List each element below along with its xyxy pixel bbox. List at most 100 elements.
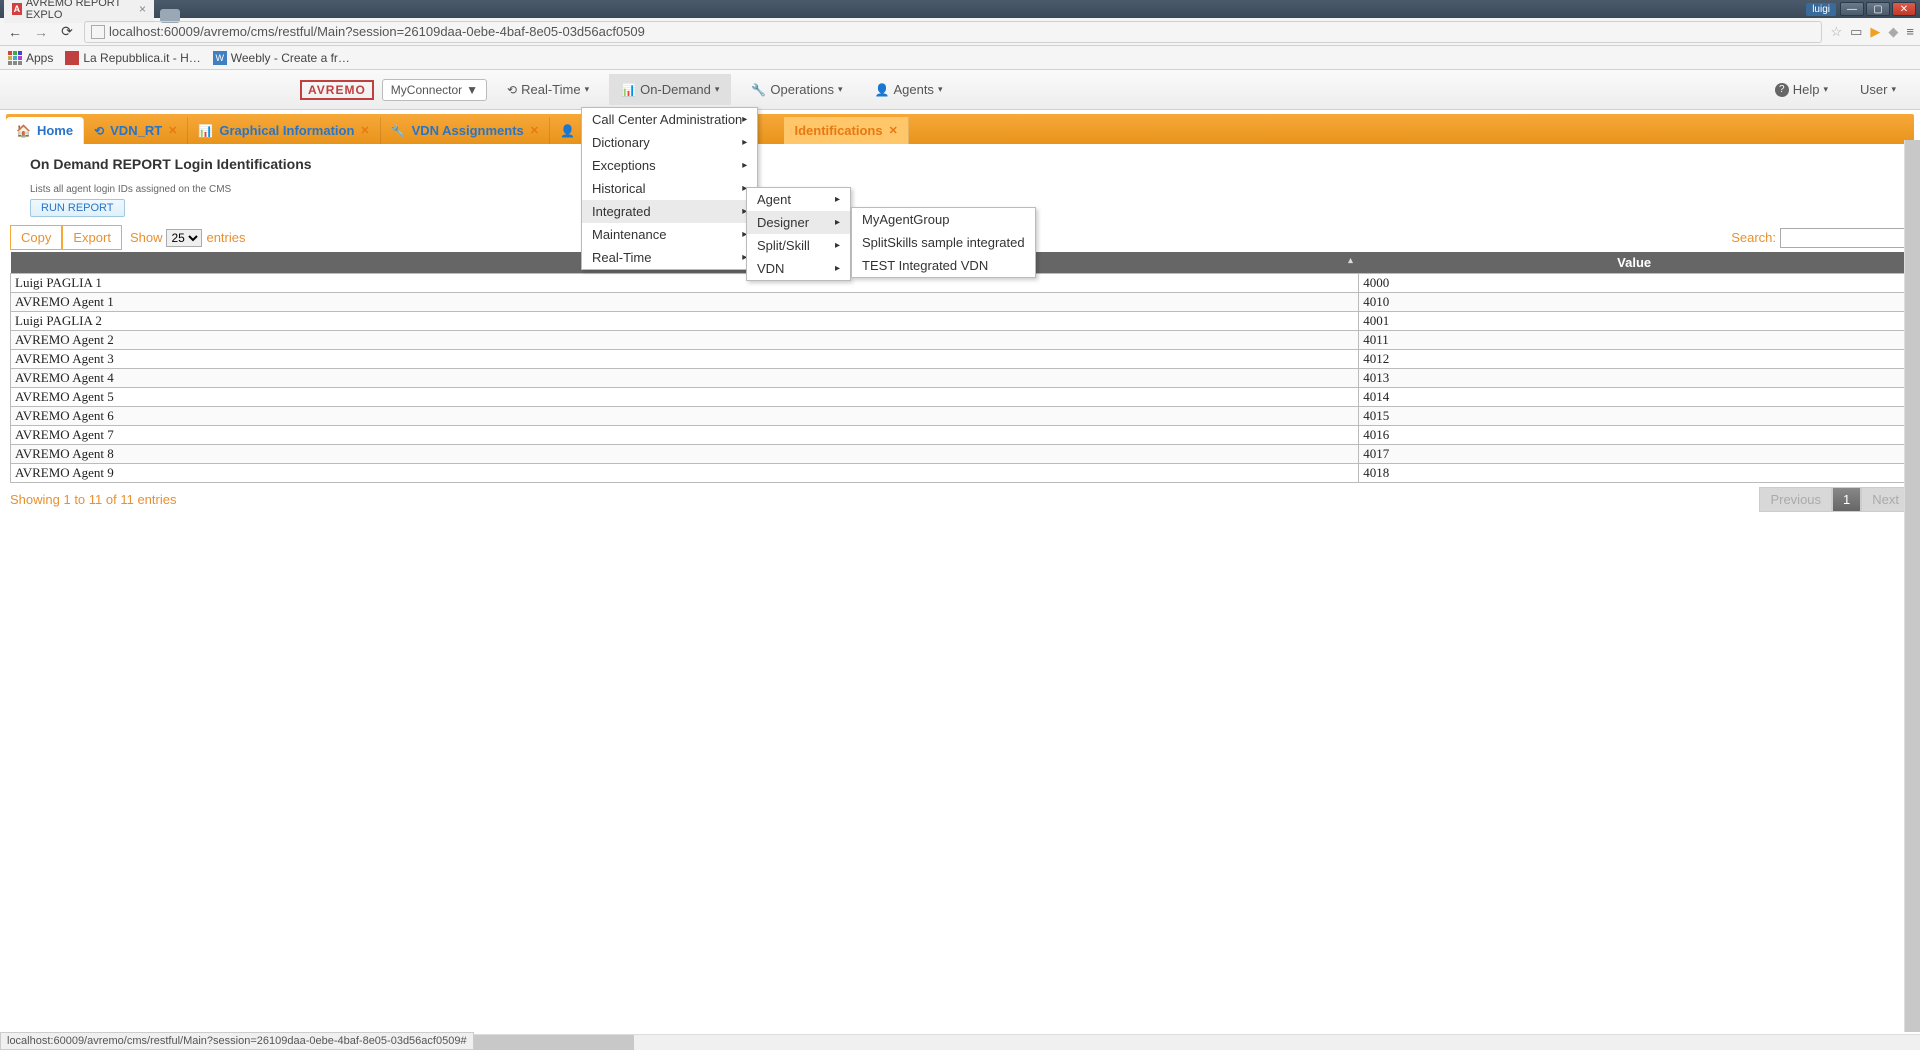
cell-name: AVREMO Agent 7 — [11, 426, 1359, 445]
refresh-icon: ⟲ — [507, 83, 517, 97]
menu-item-designer[interactable]: Designer ▸ — [747, 211, 850, 234]
column-header-value[interactable]: Value — [1359, 252, 1910, 274]
close-tab-icon[interactable]: × — [139, 2, 146, 16]
menu-item-exceptions[interactable]: Exceptions ▸ — [582, 154, 757, 177]
table-row: AVREMO Agent 74016 — [11, 426, 1910, 445]
nav-operations[interactable]: 🔧 Operations ▾ — [739, 74, 854, 105]
maximize-button[interactable]: ▢ — [1866, 2, 1890, 16]
menu-item-vdn[interactable]: VDN ▸ — [747, 257, 850, 280]
cell-name: Luigi PAGLIA 1 — [11, 274, 1359, 293]
page-number[interactable]: 1 — [1832, 487, 1861, 512]
menu-label: SplitSkills sample integrated — [862, 235, 1025, 250]
chevron-right-icon: ▸ — [835, 263, 840, 274]
menu-item-myagentgroup[interactable]: MyAgentGroup — [852, 208, 1035, 231]
menu-item-call-center-admin[interactable]: Call Center Administration ▸ — [582, 108, 757, 131]
nav-ondemand[interactable]: 📊 On-Demand ▾ — [609, 74, 731, 105]
forward-icon[interactable]: → — [32, 23, 50, 41]
cell-name: AVREMO Agent 2 — [11, 331, 1359, 350]
cell-value: 4000 — [1359, 274, 1910, 293]
connector-label: MyConnector — [391, 83, 462, 97]
bookmark-apps[interactable]: Apps — [8, 51, 53, 65]
nav-help[interactable]: ? Help ▾ — [1763, 74, 1840, 105]
bookmark-repubblica[interactable]: La Repubblica.it - H… — [65, 51, 200, 65]
menu-item-maintenance[interactable]: Maintenance ▸ — [582, 223, 757, 246]
close-tab-icon[interactable]: ✕ — [530, 124, 539, 137]
extension-icon[interactable]: ▶ — [1870, 24, 1880, 40]
cell-name: AVREMO Agent 9 — [11, 464, 1359, 483]
bookmark-weebly[interactable]: W Weebly - Create a fr… — [213, 51, 350, 65]
menu-item-agent[interactable]: Agent ▸ — [747, 188, 850, 211]
table-row: AVREMO Agent 34012 — [11, 350, 1910, 369]
menu-item-splitskill[interactable]: Split/Skill ▸ — [747, 234, 850, 257]
menu-item-dictionary[interactable]: Dictionary ▸ — [582, 131, 757, 154]
tab-label: VDN Assignments — [412, 123, 524, 138]
tab-graphical[interactable]: 📊 Graphical Information ✕ — [188, 117, 380, 144]
browser-tab[interactable]: A AVREMO REPORT EXPLO × — [4, 0, 154, 23]
close-tab-icon[interactable]: ✕ — [889, 124, 898, 137]
copy-button[interactable]: Copy — [10, 225, 62, 250]
menu-icon[interactable]: ≡ — [1906, 24, 1914, 39]
vertical-scrollbar[interactable] — [1904, 140, 1920, 1032]
menu-item-integrated[interactable]: Integrated ▸ — [582, 200, 757, 223]
caret-icon: ▼ — [466, 83, 478, 97]
minimize-button[interactable]: — — [1840, 2, 1864, 16]
cell-value: 4014 — [1359, 388, 1910, 407]
nav-user[interactable]: User ▾ — [1848, 74, 1908, 105]
cell-value: 4016 — [1359, 426, 1910, 445]
tab-vdn-rt[interactable]: ⟲ VDN_RT ✕ — [84, 117, 188, 144]
bookmarks-bar: Apps La Repubblica.it - H… W Weebly - Cr… — [0, 46, 1920, 70]
close-tab-icon[interactable]: ✕ — [360, 124, 369, 137]
menu-item-splitskills-sample[interactable]: SplitSkills sample integrated — [852, 231, 1035, 254]
next-button[interactable]: Next — [1861, 487, 1910, 512]
bookmark-label: Weebly - Create a fr… — [231, 51, 350, 65]
caret-icon: ▾ — [838, 84, 843, 95]
menu-item-historical[interactable]: Historical ▸ — [582, 177, 757, 200]
browser-user-badge[interactable]: luigi — [1806, 3, 1836, 16]
tab-identifications[interactable]: Identifications ✕ — [784, 117, 908, 144]
tab-label: VDN_RT — [110, 123, 162, 138]
caret-icon: ▾ — [585, 84, 590, 95]
cell-name: AVREMO Agent 5 — [11, 388, 1359, 407]
nav-agents[interactable]: 👤 Agents ▾ — [863, 74, 955, 105]
previous-button[interactable]: Previous — [1759, 487, 1832, 512]
nav-realtime[interactable]: ⟲ Real-Time ▾ — [495, 74, 601, 105]
url-input[interactable]: localhost:60009/avremo/cms/restful/Main?… — [84, 21, 1822, 43]
home-icon: 🏠 — [16, 124, 31, 138]
nav-label: On-Demand — [640, 82, 711, 97]
wrench-icon: 🔧 — [751, 83, 766, 97]
tab-vdn-assign[interactable]: 🔧 VDN Assignments ✕ — [381, 117, 550, 144]
table-footer: Showing 1 to 11 of 11 entries Previous 1… — [10, 487, 1910, 512]
entries-select[interactable]: 25 — [166, 229, 202, 247]
favicon-icon: A — [12, 3, 22, 15]
content-area: On Demand REPORT Login Identifications L… — [0, 144, 1920, 524]
menu-label: Real-Time — [592, 250, 651, 265]
pager: Previous 1 Next — [1759, 487, 1910, 512]
close-tab-icon[interactable]: ✕ — [168, 124, 177, 137]
close-window-button[interactable]: ✕ — [1892, 2, 1916, 16]
star-icon[interactable]: ☆ — [1830, 24, 1842, 40]
search-label: Search: — [1731, 230, 1776, 245]
reload-icon[interactable]: ⟳ — [58, 23, 76, 41]
tab-home[interactable]: 🏠 Home — [6, 117, 84, 144]
menu-item-test-vdn[interactable]: TEST Integrated VDN — [852, 254, 1035, 277]
bookmark-favicon-icon — [65, 51, 79, 65]
tab-label: Identifications — [794, 123, 882, 138]
table-row: AVREMO Agent 94018 — [11, 464, 1910, 483]
refresh-icon: ⟲ — [94, 124, 104, 138]
ondemand-menu: Call Center Administration ▸ Dictionary … — [581, 107, 758, 270]
menu-label: Split/Skill — [757, 238, 810, 253]
extension-icon-2[interactable]: ◆ — [1888, 24, 1898, 40]
table-row: AVREMO Agent 54014 — [11, 388, 1910, 407]
search-input[interactable] — [1780, 228, 1910, 248]
device-icon[interactable]: ▭ — [1850, 24, 1862, 40]
back-icon[interactable]: ← — [6, 23, 24, 41]
run-report-button[interactable]: RUN REPORT — [30, 199, 125, 217]
menu-label: Maintenance — [592, 227, 666, 242]
designer-submenu: MyAgentGroup SplitSkills sample integrat… — [851, 207, 1036, 278]
connector-select[interactable]: MyConnector ▼ — [382, 79, 487, 101]
menu-item-realtime[interactable]: Real-Time ▸ — [582, 246, 757, 269]
table-row: AVREMO Agent 44013 — [11, 369, 1910, 388]
chevron-right-icon: ▸ — [835, 240, 840, 251]
entries-label: entries — [206, 230, 245, 245]
export-button[interactable]: Export — [62, 225, 122, 250]
